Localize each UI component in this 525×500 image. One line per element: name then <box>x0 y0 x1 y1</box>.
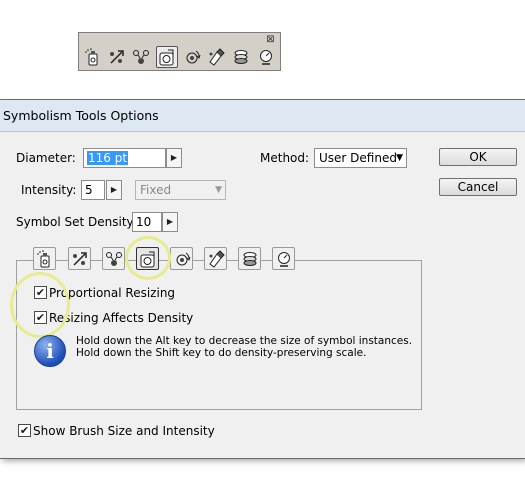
highlight-ring <box>125 236 171 280</box>
highlight-ring <box>10 272 70 338</box>
method-value: User Defined <box>319 151 397 165</box>
symbol-scruncher-icon[interactable] <box>130 46 152 68</box>
close-icon[interactable]: ⊠ <box>265 35 276 45</box>
method-dropdown[interactable]: User Defined ▼ <box>314 148 407 168</box>
info-icon: i <box>34 335 66 367</box>
ok-button[interactable]: OK <box>439 148 517 166</box>
tab-symbol-stainer[interactable] <box>204 247 227 270</box>
tab-symbol-scruncher[interactable] <box>102 247 125 270</box>
title-bar: Symbolism Tools Options <box>0 100 525 132</box>
symbol-spinner-icon[interactable] <box>181 46 203 68</box>
intensity-value: 5 <box>85 183 93 197</box>
tab-symbol-screener[interactable] <box>238 247 261 270</box>
symbol-sizer-icon[interactable] <box>156 46 178 68</box>
symbolism-tools-options-dialog: Symbolism Tools Options Diameter: 116 pt… <box>0 100 525 458</box>
show-brush-size-label: Show Brush Size and Intensity <box>33 424 215 438</box>
cancel-button[interactable]: Cancel <box>439 178 517 196</box>
symbol-set-density-label: Symbol Set Density: <box>16 215 137 229</box>
chevron-down-icon: ▼ <box>396 153 403 163</box>
diameter-label: Diameter: <box>16 151 76 165</box>
symbol-shifter-icon[interactable] <box>106 46 128 68</box>
density-value: 10 <box>136 215 152 229</box>
intensity-field[interactable]: 5 <box>81 180 105 200</box>
diameter-field[interactable]: 116 pt <box>83 148 166 168</box>
hint-line-2: Hold down the Shift key to do density-pr… <box>76 347 367 359</box>
symbol-sprayer-icon[interactable] <box>82 46 104 68</box>
tab-symbol-sprayer[interactable] <box>33 247 56 270</box>
diameter-value: 116 pt <box>87 151 129 165</box>
symbol-stainer-icon[interactable] <box>205 46 227 68</box>
symbol-set-density-field[interactable]: 10 <box>132 212 162 232</box>
tab-symbol-spinner[interactable] <box>170 247 193 270</box>
density-flyout-button[interactable]: ▶ <box>162 212 178 232</box>
intensity-label: Intensity: <box>21 183 77 197</box>
symbolism-toolbar: ⊠ <box>78 32 281 71</box>
show-brush-size-checkbox[interactable]: ✔ <box>18 424 31 437</box>
symbol-styler-icon[interactable] <box>255 46 277 68</box>
tab-symbol-styler[interactable] <box>272 247 295 270</box>
resizing-affects-density-label: Resizing Affects Density <box>49 311 194 325</box>
dialog-title: Symbolism Tools Options <box>3 108 159 123</box>
intensity-mode-dropdown[interactable]: Fixed ▼ <box>135 180 226 200</box>
symbol-screener-icon[interactable] <box>230 46 252 68</box>
diameter-flyout-button[interactable]: ▶ <box>166 148 182 168</box>
method-label: Method: <box>260 151 310 165</box>
intensity-mode-value: Fixed <box>140 183 172 197</box>
tab-symbol-shifter[interactable] <box>68 247 91 270</box>
intensity-flyout-button[interactable]: ▶ <box>106 180 122 200</box>
chevron-down-icon: ▼ <box>215 185 222 195</box>
